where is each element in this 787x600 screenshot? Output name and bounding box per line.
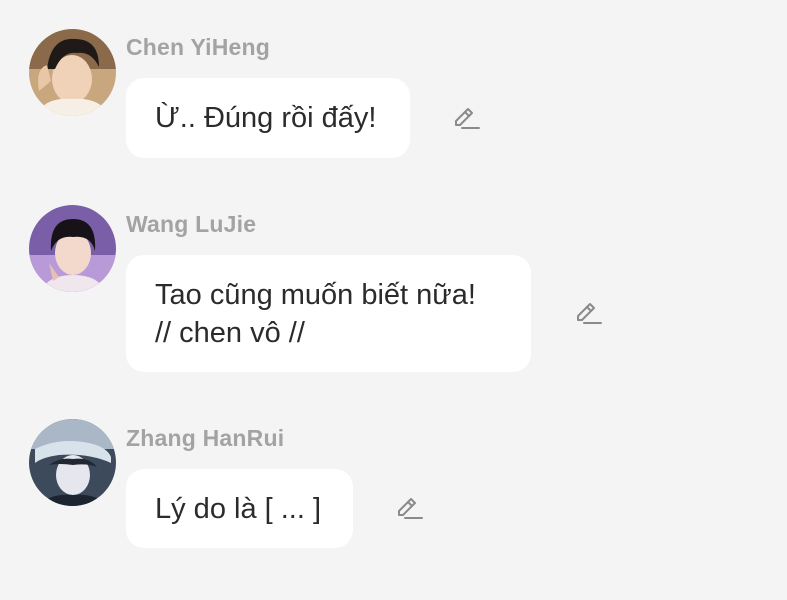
message-text-line: Tao cũng muốn biết nữa! [155, 278, 476, 311]
sender-name: Chen YiHeng [126, 34, 271, 60]
pencil-icon[interactable] [573, 298, 603, 328]
avatar[interactable] [29, 419, 116, 506]
pencil-icon[interactable] [451, 103, 481, 133]
message-text: Lý do là [ ... ] [155, 492, 322, 525]
avatar[interactable] [29, 29, 116, 116]
avatar[interactable] [29, 205, 116, 292]
message-bubble[interactable]: Tao cũng muốn biết nữa! // chen vô // [126, 255, 531, 372]
pencil-icon[interactable] [394, 493, 424, 523]
message-bubble[interactable]: Ừ.. Đúng rồi đấy! [126, 78, 410, 158]
sender-name: Zhang HanRui [126, 425, 285, 451]
avatar-photo-icon [29, 205, 116, 292]
message-bubble[interactable]: Lý do là [ ... ] [126, 469, 353, 548]
message-text-line: // chen vô // [155, 316, 305, 349]
sender-name: Wang LuJie [126, 211, 257, 237]
message-text: Ừ.. Đúng rồi đấy! [155, 102, 377, 134]
avatar-photo-icon [29, 29, 116, 116]
avatar-photo-icon [29, 419, 116, 506]
